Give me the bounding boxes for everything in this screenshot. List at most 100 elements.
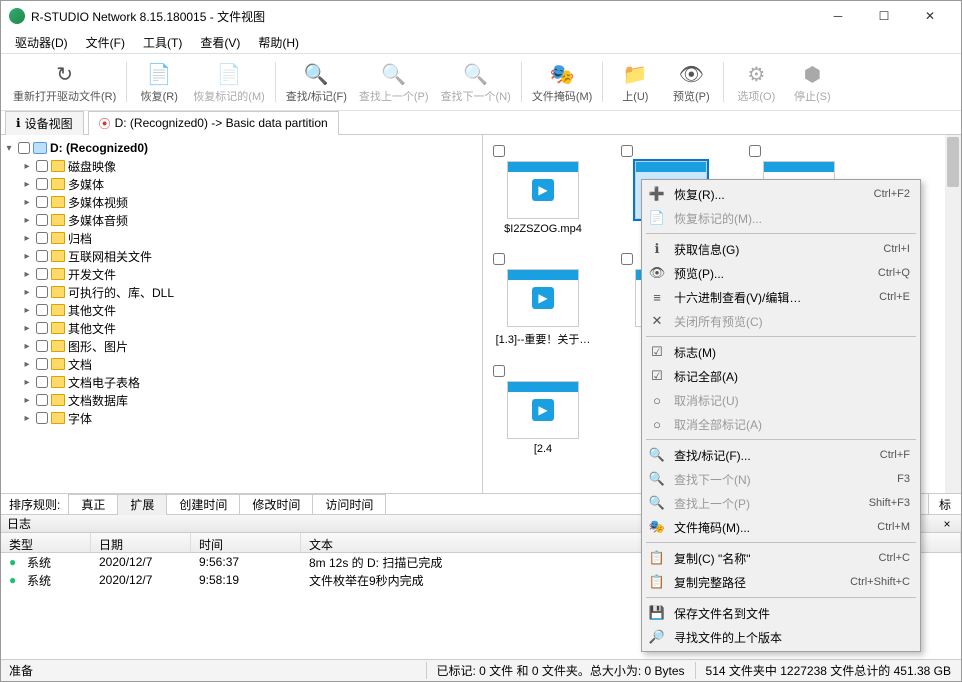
tree-checkbox[interactable] xyxy=(36,196,48,208)
tree-checkbox[interactable] xyxy=(36,160,48,172)
sort-tab[interactable]: 真正 xyxy=(68,494,118,516)
ctx-item[interactable]: 📋复制完整路径Ctrl+Shift+C xyxy=(644,570,918,594)
tree-item[interactable]: ▸互联网相关文件 xyxy=(3,247,480,265)
tree-item[interactable]: ▸可执行的、库、DLL xyxy=(3,283,480,301)
menu-drive[interactable]: 驱动器(D) xyxy=(7,32,76,53)
sort-trail[interactable]: 标 xyxy=(928,493,961,516)
file-item[interactable]: ▶$I2ZSZOG.mp4 xyxy=(493,145,593,235)
tree-checkbox[interactable] xyxy=(36,358,48,370)
tree-checkbox[interactable] xyxy=(36,376,48,388)
expand-icon[interactable]: ▸ xyxy=(21,251,33,262)
toolbar-恢复(R)[interactable]: 📄恢复(R) xyxy=(131,55,187,109)
expand-icon[interactable]: ▸ xyxy=(21,179,33,190)
expand-icon[interactable]: ▸ xyxy=(21,305,33,316)
expand-icon[interactable]: ▸ xyxy=(21,377,33,388)
ctx-icon: 🎭 xyxy=(648,518,666,536)
device-view-tab[interactable]: ℹ设备视图 xyxy=(5,111,84,135)
tree-checkbox[interactable] xyxy=(36,232,48,244)
sort-tab[interactable]: 访问时间 xyxy=(312,494,386,516)
tree-item[interactable]: ▸归档 xyxy=(3,229,480,247)
ctx-item[interactable]: ≡十六进制查看(V)/编辑…Ctrl+E xyxy=(644,285,918,309)
folder-icon xyxy=(51,358,65,370)
ctx-item[interactable]: ☑标志(M) xyxy=(644,340,918,364)
ctx-item: 📄恢复标记的(M)... xyxy=(644,206,918,230)
file-checkbox[interactable] xyxy=(621,253,633,265)
tree-item[interactable]: ▸多媒体 xyxy=(3,175,480,193)
ctx-item[interactable]: 💾保存文件名到文件 xyxy=(644,601,918,625)
tree-item[interactable]: ▸多媒体视频 xyxy=(3,193,480,211)
file-checkbox[interactable] xyxy=(493,365,505,377)
toolbar-重新打开驱动文件(R)[interactable]: ↻重新打开驱动文件(R) xyxy=(7,55,122,109)
expand-icon[interactable]: ▸ xyxy=(21,269,33,280)
tree-item[interactable]: ▸开发文件 xyxy=(3,265,480,283)
expand-icon[interactable]: ▸ xyxy=(21,395,33,406)
tree-checkbox[interactable] xyxy=(36,268,48,280)
ctx-item[interactable]: ℹ获取信息(G)Ctrl+I xyxy=(644,237,918,261)
expand-icon[interactable]: ▸ xyxy=(21,197,33,208)
tree-item[interactable]: ▸其他文件 xyxy=(3,301,480,319)
ctx-item[interactable]: ☑标记全部(A) xyxy=(644,364,918,388)
tree-item[interactable]: ▸图形、图片 xyxy=(3,337,480,355)
ctx-item[interactable]: 🔎寻找文件的上个版本 xyxy=(644,625,918,649)
close-button[interactable]: ✕ xyxy=(907,1,953,31)
file-item[interactable]: ▶[1.3]--重要！关于… xyxy=(493,253,593,347)
tree-item[interactable]: ▸磁盘映像 xyxy=(3,157,480,175)
toolbar-预览(P)[interactable]: 👁预览(P) xyxy=(663,55,719,109)
expand-icon[interactable]: ▸ xyxy=(21,161,33,172)
toolbar-上(U)[interactable]: 📁上(U) xyxy=(607,55,663,109)
tree-checkbox[interactable] xyxy=(18,142,30,154)
toolbar-查找/标记(F)[interactable]: 🔍查找/标记(F) xyxy=(280,55,353,109)
tree-item[interactable]: ▸文档数据库 xyxy=(3,391,480,409)
ctx-item[interactable]: 🎭文件掩码(M)...Ctrl+M xyxy=(644,515,918,539)
expand-icon[interactable]: ▸ xyxy=(21,323,33,334)
expand-icon[interactable]: ▸ xyxy=(21,233,33,244)
ctx-item[interactable]: 🔍查找/标记(F)...Ctrl+F xyxy=(644,443,918,467)
col-time[interactable]: 时间 xyxy=(191,533,301,552)
file-checkbox[interactable] xyxy=(749,145,761,157)
tree-item[interactable]: ▸文档电子表格 xyxy=(3,373,480,391)
expand-icon[interactable]: ▸ xyxy=(21,287,33,298)
tree-checkbox[interactable] xyxy=(36,394,48,406)
ctx-item[interactable]: ➕恢复(R)...Ctrl+F2 xyxy=(644,182,918,206)
ctx-item[interactable]: 👁预览(P)...Ctrl+Q xyxy=(644,261,918,285)
file-item[interactable]: ▶[2.4 xyxy=(493,365,593,455)
expand-icon[interactable]: ▸ xyxy=(21,413,33,424)
ctx-item[interactable]: 📋复制(C) "名称"Ctrl+C xyxy=(644,546,918,570)
tree-item[interactable]: ▸多媒体音频 xyxy=(3,211,480,229)
tree-checkbox[interactable] xyxy=(36,412,48,424)
file-checkbox[interactable] xyxy=(621,145,633,157)
maximize-button[interactable]: ☐ xyxy=(861,1,907,31)
ctx-icon: 🔍 xyxy=(648,470,666,488)
col-date[interactable]: 日期 xyxy=(91,533,191,552)
tree-item[interactable]: ▸字体 xyxy=(3,409,480,427)
expand-icon[interactable]: ▸ xyxy=(21,215,33,226)
menu-help[interactable]: 帮助(H) xyxy=(250,32,307,53)
col-type[interactable]: 类型 xyxy=(1,533,91,552)
tree-checkbox[interactable] xyxy=(36,178,48,190)
tree-checkbox[interactable] xyxy=(36,286,48,298)
tree-checkbox[interactable] xyxy=(36,250,48,262)
menu-tools[interactable]: 工具(T) xyxy=(135,32,190,53)
expand-icon[interactable]: ▾ xyxy=(3,143,15,154)
log-close-icon[interactable]: × xyxy=(939,517,955,531)
toolbar-文件掩码(M)[interactable]: 🎭文件掩码(M) xyxy=(526,55,599,109)
tree-checkbox[interactable] xyxy=(36,304,48,316)
tree-checkbox[interactable] xyxy=(36,340,48,352)
sort-tab[interactable]: 创建时间 xyxy=(166,494,240,516)
tree-checkbox[interactable] xyxy=(36,322,48,334)
scrollbar[interactable] xyxy=(945,135,961,493)
minimize-button[interactable]: ─ xyxy=(815,1,861,31)
sort-tab[interactable]: 扩展 xyxy=(117,494,167,516)
file-checkbox[interactable] xyxy=(493,253,505,265)
sort-tab[interactable]: 修改时间 xyxy=(239,494,313,516)
expand-icon[interactable]: ▸ xyxy=(21,341,33,352)
path-tab[interactable]: ⦿D: (Recognized0) -> Basic data partitio… xyxy=(88,111,339,135)
menu-view[interactable]: 查看(V) xyxy=(192,32,248,53)
tree-item[interactable]: ▸其他文件 xyxy=(3,319,480,337)
expand-icon[interactable]: ▸ xyxy=(21,359,33,370)
folder-tree[interactable]: ▾D: (Recognized0)▸磁盘映像▸多媒体▸多媒体视频▸多媒体音频▸归… xyxy=(1,135,483,493)
file-checkbox[interactable] xyxy=(493,145,505,157)
tree-checkbox[interactable] xyxy=(36,214,48,226)
tree-item[interactable]: ▸文档 xyxy=(3,355,480,373)
menu-file[interactable]: 文件(F) xyxy=(78,32,133,53)
